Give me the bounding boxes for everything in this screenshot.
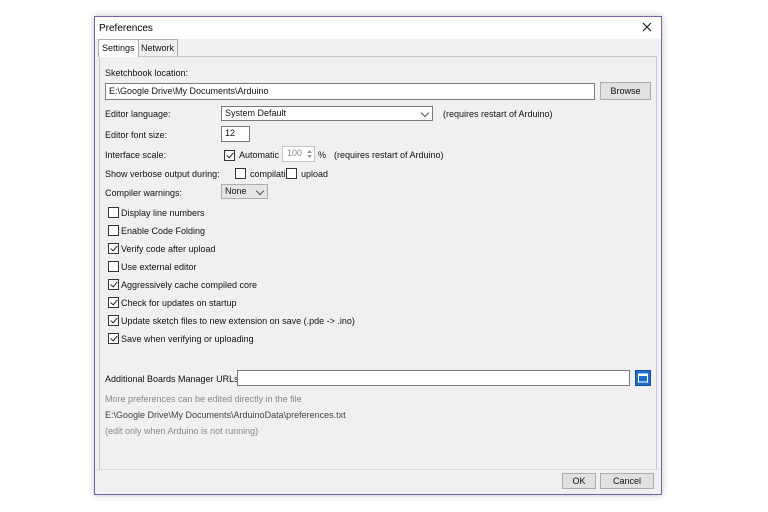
window-edit-icon[interactable] <box>635 370 651 386</box>
chevron-down-icon <box>420 108 430 118</box>
sketchbook-label: Sketchbook location: <box>105 68 189 78</box>
preferences-file-path: E:\Google Drive\My Documents\ArduinoData… <box>105 410 346 420</box>
option-checkbox[interactable] <box>108 243 119 254</box>
option-checkbox[interactable] <box>108 261 119 272</box>
option-label: Enable Code Folding <box>121 226 206 236</box>
interface-scale-note: (requires restart of Arduino) <box>334 150 444 160</box>
scale-stepper-icon[interactable] <box>306 148 313 160</box>
option-label: Update sketch files to new extension on … <box>121 316 355 326</box>
scale-unit: % <box>318 150 327 160</box>
editor-language-select[interactable]: System Default <box>221 106 433 121</box>
option-label: Verify code after upload <box>121 244 216 254</box>
sketchbook-location-input[interactable]: E:\Google Drive\My Documents\Arduino <box>105 83 595 100</box>
option-label: Check for updates on startup <box>121 298 237 308</box>
dialog-button-bar: OK Cancel <box>95 469 661 494</box>
info-line-3: (edit only when Arduino is not running) <box>105 426 259 436</box>
option-checkbox[interactable] <box>108 333 119 344</box>
browse-button[interactable]: Browse <box>600 82 651 100</box>
interface-scale-label: Interface scale: <box>105 150 167 160</box>
option-label: Display line numbers <box>121 208 205 218</box>
verbose-upload-label: upload <box>301 169 329 179</box>
boards-urls-label: Additional Boards Manager URLs: <box>105 374 242 384</box>
option-checkbox[interactable] <box>108 207 119 218</box>
automatic-scale-label: Automatic <box>239 150 280 160</box>
font-size-input[interactable]: 12 <box>221 126 250 142</box>
compiler-warnings-select[interactable]: None <box>221 184 268 199</box>
cancel-button[interactable]: Cancel <box>600 473 654 489</box>
compiler-warnings-label: Compiler warnings: <box>105 188 183 198</box>
chevron-down-icon <box>255 186 265 196</box>
tab-network[interactable]: Network <box>137 39 179 56</box>
close-icon[interactable] <box>639 19 655 35</box>
option-checkbox[interactable] <box>108 315 119 326</box>
option-label: Use external editor <box>121 262 197 272</box>
automatic-scale-checkbox[interactable] <box>224 150 235 161</box>
info-line-1: More preferences can be edited directly … <box>105 394 302 404</box>
verbose-label: Show verbose output during: <box>105 169 220 179</box>
option-label: Aggressively cache compiled core <box>121 280 258 290</box>
editor-language-note: (requires restart of Arduino) <box>443 109 553 119</box>
option-checkbox[interactable] <box>108 279 119 290</box>
verbose-compilation-checkbox[interactable] <box>235 168 246 179</box>
tab-settings[interactable]: Settings <box>98 39 139 57</box>
boards-urls-input[interactable] <box>237 370 630 386</box>
compiler-warnings-value: None <box>225 186 247 196</box>
editor-language-value: System Default <box>225 108 287 118</box>
tab-strip: Settings Network <box>95 39 661 57</box>
option-checkbox[interactable] <box>108 225 119 236</box>
option-checkbox[interactable] <box>108 297 119 308</box>
window-title: Preferences <box>99 23 153 34</box>
font-size-label: Editor font size: <box>105 130 168 140</box>
ok-button[interactable]: OK <box>562 473 596 489</box>
settings-panel: Sketchbook location: E:\Google Drive\My … <box>99 56 657 471</box>
verbose-upload-checkbox[interactable] <box>286 168 297 179</box>
editor-language-label: Editor language: <box>105 109 171 119</box>
option-label: Save when verifying or uploading <box>121 334 254 344</box>
preferences-window: Preferences Settings Network Sketchbook … <box>94 16 662 495</box>
title-bar: Preferences <box>95 17 661 39</box>
